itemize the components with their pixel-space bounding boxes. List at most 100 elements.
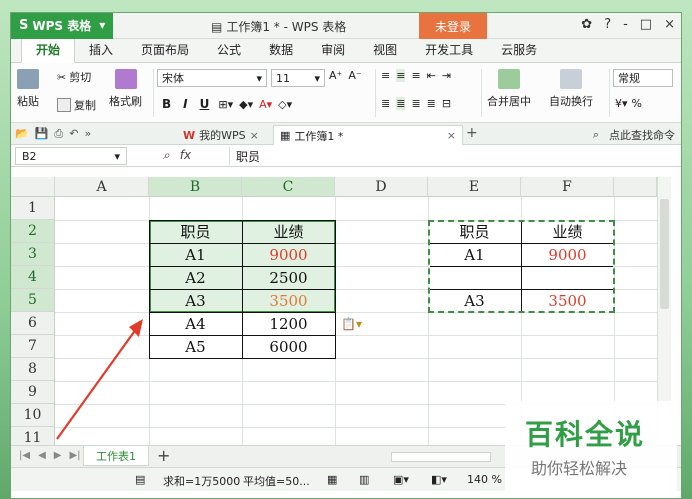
formula-input[interactable]: 职员 — [229, 147, 681, 165]
font-family-select[interactable]: 宋体 ▾ — [157, 69, 267, 87]
tab-page-layout[interactable]: 页面布局 — [127, 38, 203, 62]
tab-cloud[interactable]: 云服务 — [487, 38, 551, 62]
close-button[interactable]: × — [664, 17, 675, 32]
align-middle-icon[interactable]: ≡ — [396, 69, 406, 82]
bold-button[interactable]: B — [159, 97, 174, 111]
indent-icon[interactable]: ⇤ — [427, 69, 436, 82]
cell-c2[interactable]: 业绩 — [242, 220, 335, 243]
cell-c6[interactable]: 1200 — [242, 312, 335, 335]
page-layout-icon[interactable]: ▣▾ — [393, 473, 409, 486]
cell-e4[interactable] — [428, 266, 521, 289]
cut-button[interactable]: ✂ 剪切 — [57, 69, 91, 85]
horizontal-scrollbar[interactable] — [391, 452, 491, 462]
column-header[interactable]: E — [428, 177, 521, 197]
name-box[interactable]: B2 ▾ — [15, 147, 127, 165]
maximize-button[interactable]: □ — [640, 17, 652, 32]
cell-c5[interactable]: 3500 — [242, 289, 335, 312]
cell-c3[interactable]: 9000 — [242, 243, 335, 266]
skin-icon[interactable]: ✿ — [581, 17, 592, 32]
new-tab-button[interactable]: + — [466, 125, 478, 141]
cell-b3[interactable]: A1 — [149, 243, 242, 266]
underline-button[interactable]: U — [197, 97, 213, 111]
row-header[interactable]: 9 — [11, 381, 55, 404]
close-icon[interactable]: × — [250, 129, 259, 142]
row-header[interactable]: 5 — [11, 289, 55, 312]
tab-home[interactable]: 开始 — [21, 37, 76, 63]
row-header[interactable]: 1 — [11, 197, 55, 220]
font-color-icon[interactable]: A▾ — [259, 98, 272, 111]
open-icon[interactable]: 📂 — [15, 127, 29, 141]
save-icon[interactable]: 💾 — [35, 127, 49, 141]
cell-f4[interactable] — [521, 266, 614, 289]
print-icon[interactable]: ⎙ — [54, 127, 63, 141]
reading-mode-icon[interactable]: ◧▾ — [431, 473, 447, 486]
last-sheet-icon[interactable]: ▶| — [69, 450, 80, 461]
normal-view-icon[interactable]: ▦ — [327, 473, 337, 486]
zoom-level[interactable]: 140 % — [467, 473, 502, 486]
cell-f3[interactable]: 9000 — [521, 243, 614, 266]
add-sheet-button[interactable]: + — [157, 446, 170, 465]
cell-b2[interactable]: 职员 — [149, 220, 242, 243]
justify-icon[interactable]: ≣ — [427, 97, 436, 110]
sheet-tab[interactable]: 工作表1 — [83, 446, 149, 466]
more-icon[interactable]: » — [84, 127, 91, 141]
column-header[interactable]: F — [521, 177, 614, 197]
wrap-text-button[interactable]: 自动换行 — [549, 69, 593, 109]
align-top-icon[interactable]: ≡ — [381, 69, 390, 82]
prev-sheet-icon[interactable]: ◀ — [38, 450, 46, 461]
align-right-icon[interactable]: ≣ — [411, 97, 420, 110]
cell-e2[interactable]: 职员 — [428, 220, 521, 243]
copy-button[interactable]: 复制 — [57, 97, 96, 113]
tab-developer[interactable]: 开发工具 — [411, 38, 487, 62]
cell-e3[interactable]: A1 — [428, 243, 521, 266]
row-header[interactable]: 7 — [11, 335, 55, 358]
column-header[interactable]: A — [55, 177, 149, 197]
format-painter-button[interactable]: 格式刷 — [109, 69, 142, 109]
row-header[interactable]: 6 — [11, 312, 55, 335]
align-left-icon[interactable]: ≣ — [381, 97, 390, 110]
grow-font-icon[interactable]: A⁺ — [329, 69, 342, 82]
tab-data[interactable]: 数据 — [255, 38, 307, 62]
fill-color-icon[interactable]: ◆▾ — [239, 98, 253, 111]
merge-center-button[interactable]: 合并居中 — [487, 69, 531, 109]
cell-b7[interactable]: A5 — [149, 335, 242, 358]
distribute-icon[interactable]: ⊟ — [442, 97, 451, 110]
wps-menu-button[interactable]: S WPS 表格 ▼ — [11, 13, 114, 39]
cell-b6[interactable]: A4 — [149, 312, 242, 335]
paste-options-icon[interactable]: 📋▾ — [341, 317, 362, 331]
cell-f5[interactable]: 3500 — [521, 289, 614, 312]
select-all-corner[interactable] — [11, 177, 55, 197]
next-sheet-icon[interactable]: ▶ — [54, 450, 62, 461]
row-header[interactable]: 4 — [11, 266, 55, 289]
tab-my-wps[interactable]: W 我的WPS × — [177, 125, 265, 145]
tab-review[interactable]: 审阅 — [307, 38, 359, 62]
cell-c4[interactable]: 2500 — [242, 266, 335, 289]
number-format-select[interactable]: 常规 — [613, 69, 673, 87]
column-header[interactable]: B — [149, 177, 242, 197]
scrollbar-thumb[interactable] — [660, 199, 669, 309]
clear-format-icon[interactable]: ◇▾ — [278, 98, 292, 111]
row-header[interactable]: 8 — [11, 358, 55, 381]
cell-c7[interactable]: 6000 — [242, 335, 335, 358]
page-break-view-icon[interactable]: ▥ — [359, 473, 369, 486]
login-button[interactable]: 未登录 — [419, 13, 487, 39]
cell-e5[interactable]: A3 — [428, 289, 521, 312]
shrink-font-icon[interactable]: A⁻ — [348, 69, 361, 82]
tab-insert[interactable]: 插入 — [75, 38, 127, 62]
column-header[interactable] — [614, 177, 657, 197]
italic-button[interactable]: I — [180, 97, 190, 111]
cell-f2[interactable]: 业绩 — [521, 220, 614, 243]
help-button[interactable]: ? — [604, 17, 611, 32]
row-header[interactable]: 3 — [11, 243, 55, 266]
font-size-select[interactable]: 11 ▾ — [271, 69, 325, 87]
minimize-button[interactable]: - — [623, 17, 628, 32]
row-header[interactable]: 2 — [11, 220, 55, 243]
outdent-icon[interactable]: ⇥ — [442, 69, 451, 82]
cell-b4[interactable]: A2 — [149, 266, 242, 289]
fx-icon[interactable]: fx — [180, 148, 191, 163]
first-sheet-icon[interactable]: |◀ — [19, 450, 30, 461]
percent-button[interactable]: % — [632, 97, 642, 110]
column-header[interactable]: C — [242, 177, 335, 197]
align-center-icon[interactable]: ≣ — [396, 97, 406, 110]
close-icon[interactable]: × — [447, 129, 456, 142]
